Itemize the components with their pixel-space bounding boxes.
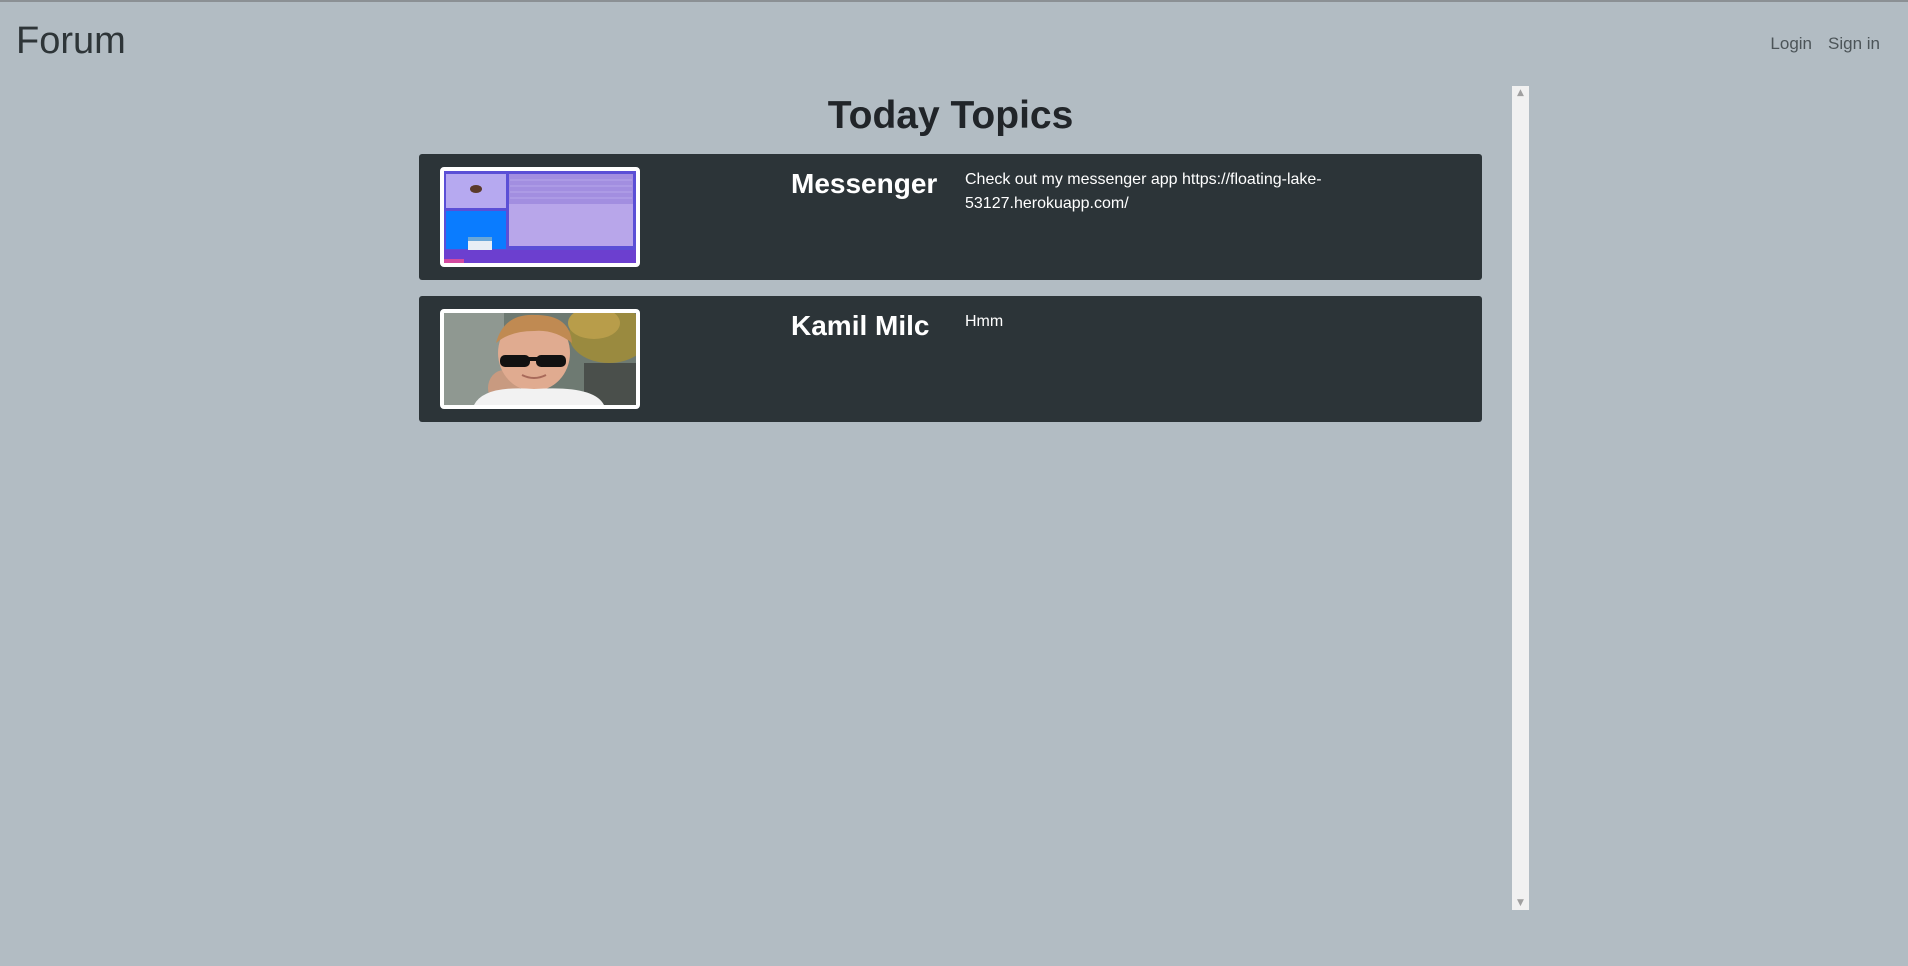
- topic-title[interactable]: Kamil Milc: [791, 310, 929, 342]
- messenger-screenshot-image: [444, 171, 636, 263]
- topic-title[interactable]: Messenger: [791, 168, 937, 200]
- scrollbar[interactable]: ▲ ▼: [1512, 86, 1529, 910]
- page-title: Today Topics: [827, 94, 1074, 137]
- scroll-up-icon[interactable]: ▲: [1512, 86, 1529, 100]
- topic-thumbnail[interactable]: [440, 309, 640, 409]
- person-photo-image: [444, 313, 636, 405]
- topic-card[interactable]: Messenger Check out my messenger app htt…: [419, 154, 1482, 280]
- topic-description: Check out my messenger app https://float…: [965, 171, 1322, 212]
- scroll-down-icon[interactable]: ▼: [1512, 896, 1529, 910]
- topic-card[interactable]: Kamil Milc Hmm: [419, 296, 1482, 422]
- top-nav: Login Sign in: [1770, 34, 1880, 54]
- topics-section: Today Topics Messenger Check out my mess…: [419, 86, 1482, 438]
- topic-thumbnail[interactable]: [440, 167, 640, 267]
- sign-in-link[interactable]: Sign in: [1828, 34, 1880, 54]
- login-link[interactable]: Login: [1770, 34, 1812, 54]
- site-brand[interactable]: Forum: [16, 20, 126, 63]
- topic-description: Hmm: [965, 313, 1004, 330]
